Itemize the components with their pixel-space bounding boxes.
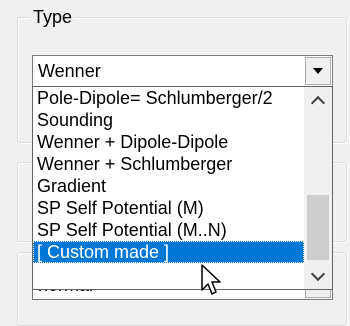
chevron-down-icon	[310, 266, 326, 281]
dropdown-item-pole-dipole[interactable]: Pole-Dipole= Schlumberger/2	[33, 87, 304, 109]
dropdown-item-sounding[interactable]: Sounding	[33, 109, 304, 131]
scroll-down-button[interactable]	[304, 263, 332, 289]
dropdown-scrollbar[interactable]	[304, 87, 332, 289]
chevron-up-icon	[310, 95, 326, 110]
type-combobox-dropdown-button[interactable]	[305, 57, 331, 85]
type-groupbox-title: Type	[30, 7, 76, 27]
dropdown-item-sp-m[interactable]: SP Self Potential (M)	[33, 197, 304, 219]
dropdown-item-wenner-dipole-dipole[interactable]: Wenner + Dipole-Dipole	[33, 131, 304, 153]
type-combobox[interactable]: Wenner	[32, 55, 333, 87]
arrow-pointer-icon	[201, 264, 221, 295]
dropdown-items: Pole-Dipole= Schlumberger/2 Sounding Wen…	[33, 87, 304, 263]
dropdown-arrow-icon	[313, 68, 323, 74]
scroll-up-button[interactable]	[304, 87, 332, 113]
dropdown-item-sp-mn[interactable]: SP Self Potential (M..N)	[33, 219, 304, 241]
dropdown-item-gradient[interactable]: Gradient	[33, 175, 304, 197]
dropdown-item-wenner-schlumberger[interactable]: Wenner + Schlumberger	[33, 153, 304, 175]
scrollbar-thumb[interactable]	[307, 195, 329, 260]
type-combobox-value: Wenner	[38, 61, 101, 81]
type-dropdown-list[interactable]: Pole-Dipole= Schlumberger/2 Sounding Wen…	[32, 86, 333, 290]
dropdown-item-custom-made[interactable]: [ Custom made ]	[33, 241, 304, 263]
